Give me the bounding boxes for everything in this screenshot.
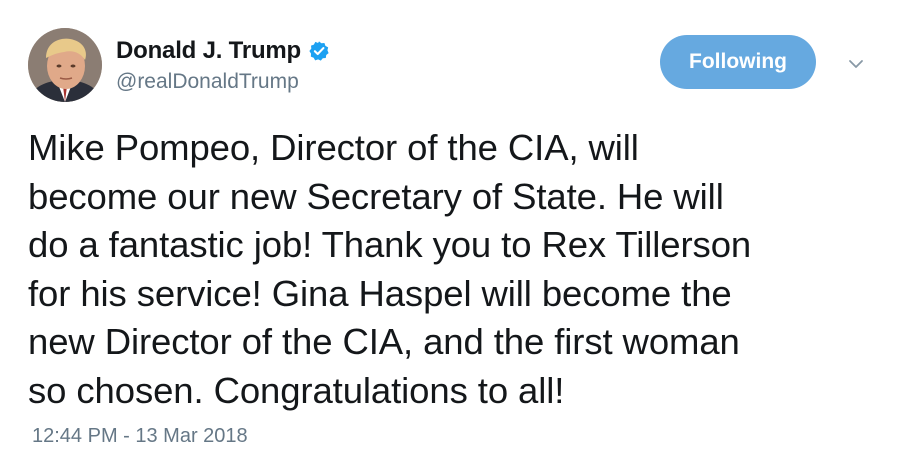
tweet-text: Mike Pompeo, Director of the CIA, will b… [28, 127, 752, 411]
tweet-card: Donald J. Trump @realDonaldTrump Followi… [0, 0, 908, 462]
tweet-header: Donald J. Trump @realDonaldTrump Followi… [28, 28, 888, 104]
user-names: Donald J. Trump @realDonaldTrump [116, 36, 330, 94]
tweet-timestamp[interactable]: 12:44 PM - 13 Mar 2018 [32, 425, 248, 448]
avatar[interactable] [28, 28, 102, 102]
display-name[interactable]: Donald J. Trump [116, 37, 301, 65]
following-button[interactable]: Following [660, 35, 816, 89]
display-name-row: Donald J. Trump [116, 36, 330, 66]
user-handle[interactable]: @realDonaldTrump [116, 70, 330, 94]
verified-badge-icon [308, 40, 330, 62]
profile-photo-icon [28, 28, 102, 102]
chevron-down-icon[interactable] [845, 53, 867, 75]
